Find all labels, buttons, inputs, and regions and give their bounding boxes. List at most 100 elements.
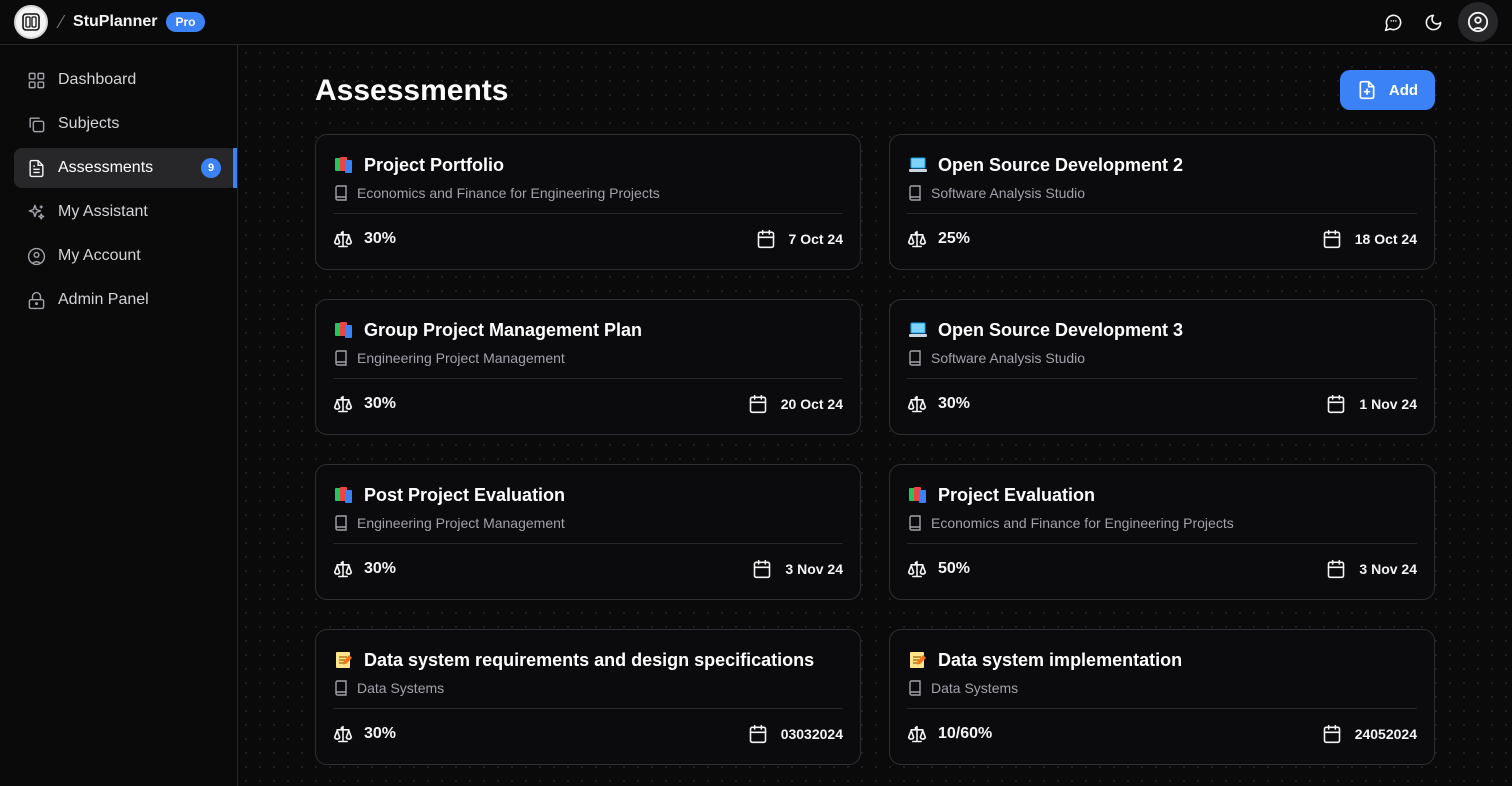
- copy-icon: [26, 114, 46, 134]
- sidebar-item-label: Subjects: [58, 115, 120, 132]
- card-subject-row: Engineering Project Management: [333, 349, 843, 367]
- calendar-icon: [1326, 394, 1346, 414]
- card-title-row: Data system requirements and design spec…: [333, 647, 843, 673]
- card-footer: 50% 3 Nov 24: [907, 544, 1417, 594]
- account-button[interactable]: [1458, 2, 1498, 42]
- due-date-value: 03032024: [780, 726, 843, 742]
- calendar-icon: [1326, 559, 1346, 579]
- card-subject-row: Economics and Finance for Engineering Pr…: [907, 514, 1417, 532]
- scale-icon: [907, 559, 927, 579]
- card-title-row: Open Source Development 3: [907, 317, 1417, 343]
- theme-toggle-button[interactable]: [1416, 5, 1450, 39]
- scale-icon: [907, 229, 927, 249]
- assessment-card[interactable]: Group Project Management Plan Engineerin…: [315, 299, 861, 435]
- card-title-row: Project Evaluation: [907, 482, 1417, 508]
- due-date-value: 3 Nov 24: [1359, 561, 1417, 577]
- assessment-weight: 30%: [333, 724, 396, 744]
- assessment-subject: Data Systems: [357, 680, 445, 696]
- book-icon: [334, 515, 348, 531]
- assessment-weight: 30%: [333, 394, 396, 414]
- assessment-subject: Software Analysis Studio: [931, 350, 1086, 366]
- book-icon: [908, 185, 922, 201]
- user-circle-icon: [1467, 11, 1489, 33]
- file-text-icon: [26, 158, 46, 178]
- sidebar-item-admin-panel[interactable]: Admin Panel: [14, 280, 223, 320]
- assessment-subject: Engineering Project Management: [357, 350, 565, 366]
- assessment-subject: Engineering Project Management: [357, 515, 565, 531]
- weight-value: 30%: [364, 725, 397, 742]
- assessment-title: Open Source Development 2: [938, 154, 1184, 175]
- assessment-card[interactable]: Project Evaluation Economics and Finance…: [889, 464, 1435, 600]
- sidebar-item-label: Assessments: [58, 159, 154, 176]
- book-icon: [334, 680, 348, 696]
- app-logo[interactable]: [14, 5, 48, 39]
- file-plus-icon: [1359, 80, 1375, 100]
- add-assessment-button[interactable]: Add: [1340, 70, 1435, 110]
- sidebar-item-subjects[interactable]: Subjects: [14, 104, 223, 144]
- weight-value: 10/60%: [938, 725, 993, 742]
- page-title: Assessments: [315, 74, 509, 107]
- calendar-icon: [1322, 724, 1342, 744]
- assessment-card[interactable]: Post Project Evaluation Engineering Proj…: [315, 464, 861, 600]
- assessment-title: Group Project Management Plan: [364, 319, 643, 340]
- assessment-card[interactable]: Open Source Development 2 Software Analy…: [889, 134, 1435, 270]
- assessments-count-badge: 9: [201, 158, 221, 178]
- assessment-subject: Software Analysis Studio: [931, 185, 1086, 201]
- book-icon: [908, 515, 922, 531]
- books-icon: [333, 485, 355, 505]
- due-date-value: 24052024: [1354, 726, 1417, 742]
- book-icon: [334, 350, 348, 366]
- card-title-row: Project Portfolio: [333, 152, 843, 178]
- assessment-card[interactable]: Open Source Development 3 Software Analy…: [889, 299, 1435, 435]
- weight-value: 25%: [938, 230, 971, 247]
- sidebar-item-my-assistant[interactable]: My Assistant: [14, 192, 223, 232]
- books-icon: [333, 155, 355, 175]
- brand-name[interactable]: StuPlanner: [73, 13, 157, 31]
- assessment-weight: 50%: [907, 559, 970, 579]
- assessment-due-date: 7 Oct 24: [756, 229, 843, 249]
- card-subject-row: Engineering Project Management: [333, 514, 843, 532]
- assessment-due-date: 3 Nov 24: [752, 559, 843, 579]
- lock-icon: [26, 290, 46, 310]
- card-subject-row: Software Analysis Studio: [907, 349, 1417, 367]
- card-subject-row: Software Analysis Studio: [907, 184, 1417, 202]
- sidebar-item-my-account[interactable]: My Account: [14, 236, 223, 276]
- assessment-title: Project Portfolio: [364, 154, 505, 175]
- weight-value: 30%: [364, 560, 397, 577]
- sidebar: Dashboard Subjects Assessments 9 My Assi…: [0, 45, 238, 786]
- assessment-due-date: 24052024: [1322, 724, 1417, 744]
- assessment-due-date: 1 Nov 24: [1326, 394, 1417, 414]
- assessment-weight: 30%: [907, 394, 970, 414]
- sidebar-item-dashboard[interactable]: Dashboard: [14, 60, 223, 100]
- top-actions: [1376, 2, 1498, 42]
- due-date-value: 20 Oct 24: [780, 396, 843, 412]
- assessment-card[interactable]: Data system requirements and design spec…: [315, 629, 861, 765]
- moon-icon: [1425, 14, 1441, 30]
- memo-icon: [907, 650, 929, 670]
- sidebar-item-assessments[interactable]: Assessments 9: [14, 148, 237, 188]
- assessment-subject: Economics and Finance for Engineering Pr…: [357, 185, 660, 201]
- feedback-button[interactable]: [1376, 5, 1410, 39]
- scale-icon: [333, 394, 353, 414]
- sidebar-item-label: My Account: [58, 247, 141, 264]
- card-footer: 30% 3 Nov 24: [333, 544, 843, 594]
- assessment-title: Data system implementation: [938, 649, 1183, 670]
- due-date-value: 1 Nov 24: [1359, 396, 1417, 412]
- weight-value: 50%: [938, 560, 971, 577]
- breadcrumb-separator: ⁄: [60, 11, 64, 32]
- book-icon: [908, 680, 922, 696]
- top-bar: ⁄ StuPlanner Pro: [0, 0, 1512, 45]
- book-icon: [908, 350, 922, 366]
- planner-logo-icon: [22, 13, 40, 31]
- books-icon: [333, 320, 355, 340]
- scale-icon: [333, 724, 353, 744]
- assessment-weight: 30%: [333, 559, 396, 579]
- assessment-title: Open Source Development 3: [938, 319, 1184, 340]
- card-footer: 30% 20 Oct 24: [333, 379, 843, 429]
- calendar-icon: [752, 559, 772, 579]
- grid-icon: [26, 70, 46, 90]
- assessment-card[interactable]: Data system implementation Data Systems …: [889, 629, 1435, 765]
- laptop-icon: [907, 155, 929, 175]
- assessment-card[interactable]: Project Portfolio Economics and Finance …: [315, 134, 861, 270]
- plan-badge: Pro: [166, 12, 205, 32]
